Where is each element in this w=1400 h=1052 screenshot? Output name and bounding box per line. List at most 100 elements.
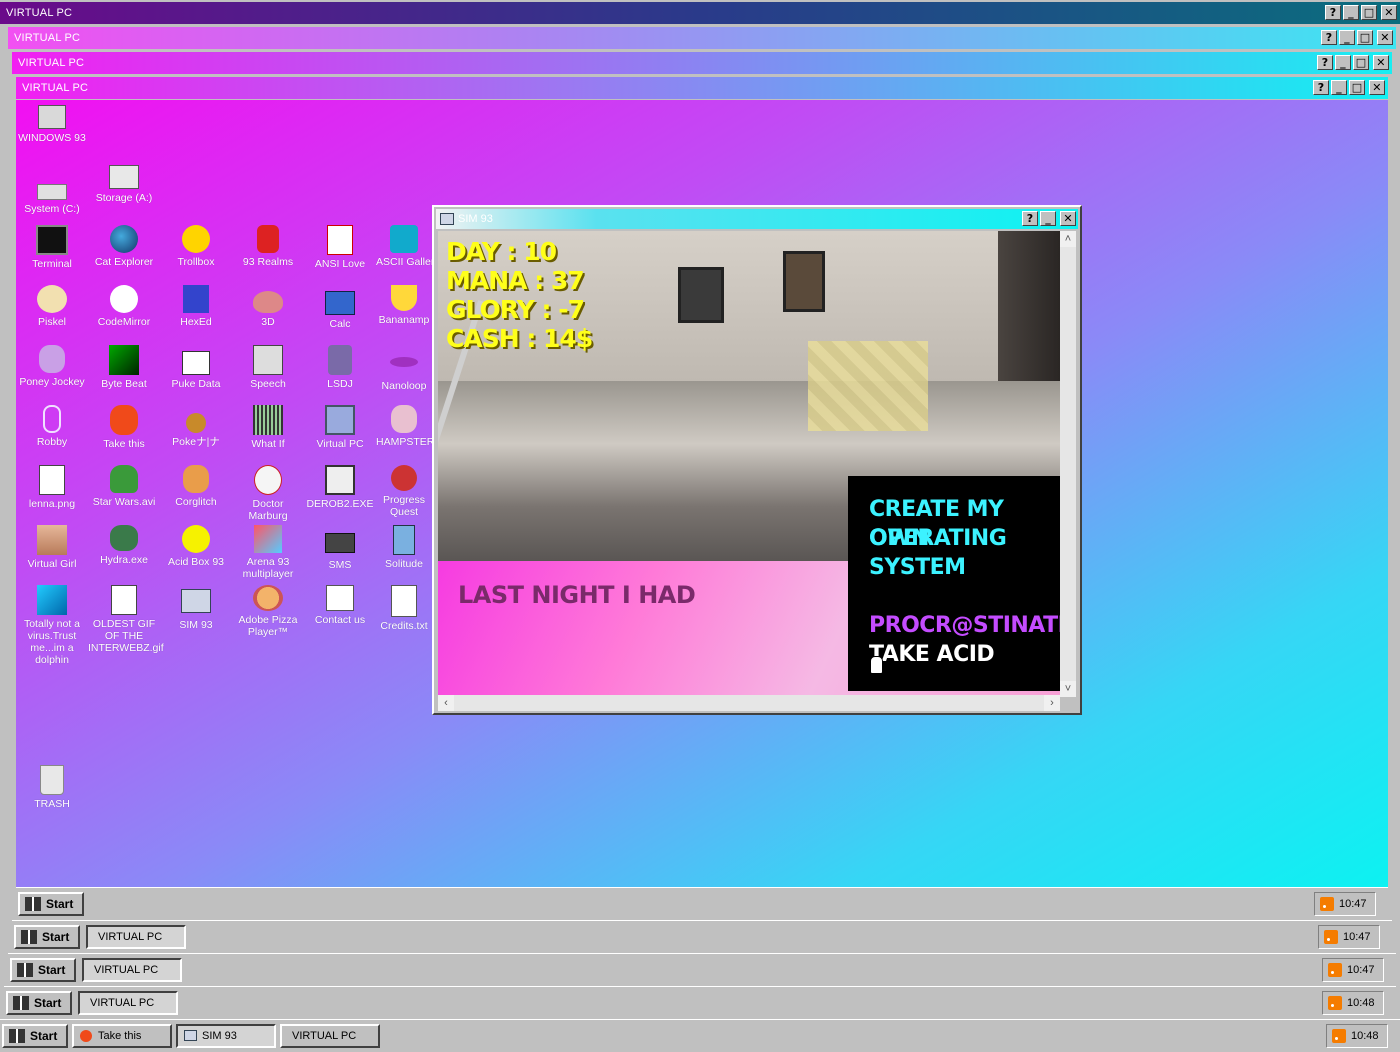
choice-option[interactable]: SYSTEM bbox=[869, 553, 966, 582]
robby-icon bbox=[43, 405, 61, 433]
desktop-icon-progress-quest[interactable]: Progress Quest bbox=[376, 465, 432, 518]
desktop-icon-corglitch[interactable]: Corglitch bbox=[160, 465, 232, 508]
desktop-icon-take-this[interactable]: Take this bbox=[88, 405, 160, 450]
desktop-icon-cat-explorer[interactable]: Cat Explorer bbox=[88, 225, 160, 268]
minimize-button[interactable]: _ bbox=[1339, 30, 1355, 45]
desktop-icon-poney-jockey[interactable]: Poney Jockey bbox=[16, 345, 88, 388]
desktop-icon-doctor-marburg[interactable]: Doctor Marburg bbox=[232, 465, 304, 522]
desktop-icon-storage-a[interactable]: Storage (A:) bbox=[88, 165, 160, 204]
desktop-icon-what-if[interactable]: What If bbox=[232, 405, 304, 450]
choice-option[interactable]: PROCR@STINATION bbox=[869, 611, 1060, 640]
scroll-right-icon[interactable]: › bbox=[1044, 695, 1060, 711]
sim93-window[interactable]: SIM 93 ? _ ✕ DAY : 10 MANA : 37 GLORY : … bbox=[432, 205, 1082, 715]
horizontal-scrollbar[interactable]: ‹ › bbox=[438, 695, 1060, 711]
desktop-icon-lsdj[interactable]: LSDJ bbox=[304, 345, 376, 390]
desktop-icon-bananamp[interactable]: Bananamp bbox=[376, 285, 432, 326]
window-titlebar-3[interactable]: VIRTUAL PC ? _ □ ✕ bbox=[12, 52, 1392, 74]
close-button[interactable]: ✕ bbox=[1373, 55, 1389, 70]
close-button[interactable]: ✕ bbox=[1377, 30, 1393, 45]
desktop-icon-ascii-gallery[interactable]: ASCII Gallery bbox=[376, 225, 432, 268]
desktop-icon-93-realms[interactable]: 93 Realms bbox=[232, 225, 304, 268]
desktop-icon-trollbox[interactable]: Trollbox bbox=[160, 225, 232, 268]
desktop-icon-trash[interactable]: TRASH bbox=[16, 765, 88, 810]
maximize-button[interactable]: □ bbox=[1349, 80, 1365, 95]
minimize-button[interactable]: _ bbox=[1331, 80, 1347, 95]
desktop-icon-hexed[interactable]: HexEd bbox=[160, 285, 232, 328]
desktop-icon-terminal[interactable]: Terminal bbox=[16, 225, 88, 270]
window-titlebar-2[interactable]: VIRTUAL PC ? _ □ ✕ bbox=[8, 27, 1396, 49]
taskbar-item-virtual-pc[interactable]: VIRTUAL PC bbox=[280, 1024, 380, 1048]
close-button[interactable]: ✕ bbox=[1369, 80, 1385, 95]
desktop-icon-ansi-love[interactable]: ANSI Love bbox=[304, 225, 376, 270]
desktop-icon-contact-us[interactable]: Contact us bbox=[304, 585, 376, 626]
start-button[interactable]: Start bbox=[10, 958, 76, 982]
desktop-icon-hydra[interactable]: Hydra.exe bbox=[88, 525, 160, 566]
choice-option[interactable]: TAKE ACID bbox=[869, 640, 995, 669]
window-titlebar-4[interactable]: VIRTUAL PC ? _ □ ✕ bbox=[16, 77, 1388, 99]
desktop-icon-virtual-pc[interactable]: Virtual PC bbox=[304, 405, 376, 450]
help-button[interactable]: ? bbox=[1022, 211, 1038, 226]
help-button[interactable]: ? bbox=[1313, 80, 1329, 95]
scroll-down-icon[interactable]: ˅ bbox=[1060, 681, 1076, 697]
maximize-button[interactable]: □ bbox=[1353, 55, 1369, 70]
desktop-icon-virtual-girl[interactable]: Virtual Girl bbox=[16, 525, 88, 570]
close-button[interactable]: ✕ bbox=[1381, 5, 1397, 20]
rss-icon[interactable] bbox=[1324, 930, 1338, 944]
help-button[interactable]: ? bbox=[1325, 5, 1341, 20]
desktop-icon-codemirror[interactable]: CodeMirror bbox=[88, 285, 160, 328]
desktop-icon-oldest-gif[interactable]: OLDEST GIF OF THE INTERWEBZ.gif bbox=[88, 585, 164, 654]
close-button[interactable]: ✕ bbox=[1060, 211, 1076, 226]
desktop-icon-sim93[interactable]: SIM 93 bbox=[160, 585, 232, 631]
taskbar-item-take-this[interactable]: Take this bbox=[72, 1024, 172, 1048]
vertical-scrollbar[interactable]: ˄ ˅ bbox=[1060, 231, 1076, 697]
rss-icon[interactable] bbox=[1332, 1029, 1346, 1043]
minimize-button[interactable]: _ bbox=[1040, 211, 1056, 226]
start-button[interactable]: Start bbox=[6, 991, 72, 1015]
ansi-icon bbox=[327, 225, 353, 255]
desktop-icon-hampster[interactable]: HAMPSTER bbox=[376, 405, 432, 448]
desktop-icon-lenna[interactable]: lenna.png bbox=[16, 465, 88, 510]
maximize-button[interactable]: □ bbox=[1357, 30, 1373, 45]
rss-icon[interactable] bbox=[1328, 996, 1342, 1010]
help-button[interactable]: ? bbox=[1321, 30, 1337, 45]
desktop-icon-calc[interactable]: Calc bbox=[304, 285, 376, 330]
desktop-icon-derob2[interactable]: DEROB2.EXE bbox=[304, 465, 376, 510]
desktop-icon-nanoloop[interactable]: Nanoloop bbox=[376, 345, 432, 392]
desktop-icon-dolphin[interactable]: Totally not a virus.Trust me...im a dolp… bbox=[16, 585, 88, 666]
desktop-icon-adobe-pizza[interactable]: Adobe Pizza Player™ bbox=[232, 585, 304, 638]
desktop-icon-windows93[interactable]: WINDOWS 93 bbox=[16, 105, 88, 144]
minimize-button[interactable]: _ bbox=[1343, 5, 1359, 20]
choice-option[interactable]: OPERATING bbox=[869, 524, 1007, 553]
start-button[interactable]: Start bbox=[18, 892, 84, 916]
desktop-icon-pokemon[interactable]: Pokeナ|ナ bbox=[160, 405, 232, 448]
desktop-icon-3d[interactable]: 3D bbox=[232, 285, 304, 328]
scroll-left-icon[interactable]: ‹ bbox=[438, 695, 454, 711]
desktop-icon-robby[interactable]: Robby bbox=[16, 405, 88, 448]
help-button[interactable]: ? bbox=[1317, 55, 1333, 70]
desktop-icon-solitude[interactable]: Solitude bbox=[376, 525, 432, 570]
desktop-icon-system-c[interactable]: System (C:) bbox=[16, 170, 88, 215]
taskbar-item-virtual-pc[interactable]: VIRTUAL PC bbox=[82, 958, 182, 982]
taskbar-item-virtual-pc[interactable]: VIRTUAL PC bbox=[86, 925, 186, 949]
desktop-icon-sms[interactable]: SMS bbox=[304, 525, 376, 571]
desktop-icon-credits[interactable]: Credits.txt bbox=[376, 585, 432, 632]
window-titlebar-1[interactable]: VIRTUAL PC ? _ □ ✕ bbox=[0, 2, 1400, 24]
desktop-icon-acid-box[interactable]: Acid Box 93 bbox=[160, 525, 232, 568]
minimize-button[interactable]: _ bbox=[1335, 55, 1351, 70]
system-tray: 10:47 bbox=[1314, 892, 1376, 916]
start-button[interactable]: Start bbox=[14, 925, 80, 949]
sim93-titlebar[interactable]: SIM 93 ? _ ✕ bbox=[436, 209, 1078, 229]
desktop-icon-puke-data[interactable]: Puke Data bbox=[160, 345, 232, 390]
taskbar-item-virtual-pc[interactable]: VIRTUAL PC bbox=[78, 991, 178, 1015]
scroll-up-icon[interactable]: ˄ bbox=[1060, 231, 1076, 247]
desktop-icon-star-wars[interactable]: Star Wars.avi bbox=[88, 465, 160, 508]
taskbar-item-sim93[interactable]: SIM 93 bbox=[176, 1024, 276, 1048]
desktop-icon-arena-93[interactable]: Arena 93 multiplayer bbox=[232, 525, 304, 580]
desktop-icon-piskel[interactable]: Piskel bbox=[16, 285, 88, 328]
desktop-icon-byte-beat[interactable]: Byte Beat bbox=[88, 345, 160, 390]
maximize-button[interactable]: □ bbox=[1361, 5, 1377, 20]
start-button[interactable]: Start bbox=[2, 1024, 68, 1048]
rss-icon[interactable] bbox=[1320, 897, 1334, 911]
rss-icon[interactable] bbox=[1328, 963, 1342, 977]
desktop-icon-speech[interactable]: Speech bbox=[232, 345, 304, 390]
